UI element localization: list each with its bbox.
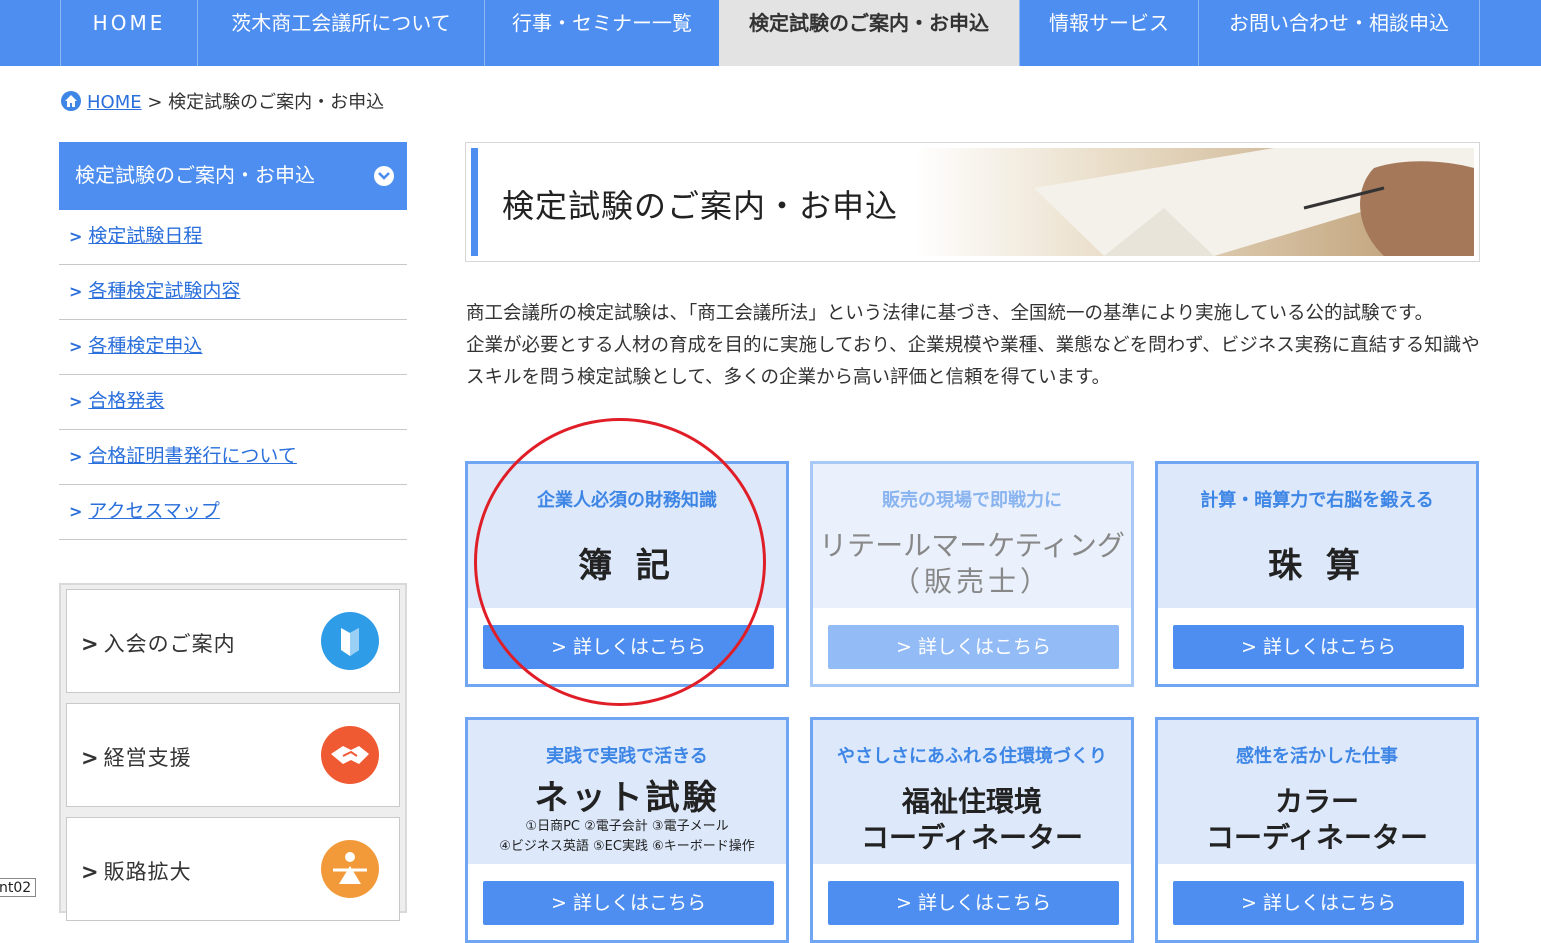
corner-tag: nt02 xyxy=(0,878,36,897)
chevron-right-icon: > xyxy=(69,227,83,246)
card-title-line1: カラー xyxy=(1274,785,1359,818)
sidebar-item-contents[interactable]: > 各種検定試験内容 xyxy=(59,265,407,320)
sidebar-item-certificate[interactable]: > 合格証明書発行について xyxy=(59,430,407,485)
details-button[interactable]: > 詳しくはこちら xyxy=(1173,881,1464,925)
chevron-right-icon: > xyxy=(896,892,912,914)
card-title: ネット試験 xyxy=(534,778,720,818)
button-label: 詳しくはこちら xyxy=(1262,636,1396,658)
chevron-right-icon: > xyxy=(69,282,83,301)
sidebar-heading-label: 検定試験のご案内・お申込 xyxy=(75,163,315,187)
button-label: 詳しくはこちら xyxy=(917,892,1051,914)
sidebar-item-label[interactable]: 検定試験日程 xyxy=(88,225,202,247)
card-title: 珠 算 xyxy=(1268,546,1366,586)
handshake-icon xyxy=(321,726,379,784)
details-button[interactable]: > 詳しくはこちら xyxy=(483,625,774,669)
sidebar-item-results[interactable]: > 合格発表 xyxy=(59,375,407,430)
exam-card-color-coordinator[interactable]: 感性を活かした仕事 カラー コーディネーター > 詳しくはこちら xyxy=(1155,717,1479,943)
nav-info-service[interactable]: 情報サービス xyxy=(1019,0,1198,66)
banner-label: 経営支援 xyxy=(103,746,192,770)
chevron-down-icon xyxy=(374,166,394,186)
banner-sales-expansion[interactable]: > 販路拡大 xyxy=(66,817,400,921)
details-button[interactable]: > 詳しくはこちら xyxy=(483,881,774,925)
chevron-right-icon: > xyxy=(551,892,567,914)
nav-events[interactable]: 行事・セミナー一覧 xyxy=(484,0,719,66)
card-detail-line1: ①日商PC ②電子会計 ③電子メール xyxy=(525,819,729,834)
chevron-right-icon: > xyxy=(81,746,100,770)
card-subtitle: 実践で実践で活きる xyxy=(546,746,708,767)
title-accent-bar xyxy=(471,148,478,256)
details-button[interactable]: > 詳しくはこちら xyxy=(1173,625,1464,669)
chevron-right-icon: > xyxy=(551,636,567,658)
card-subtitle: 計算・暗算力で右脳を鍛える xyxy=(1200,490,1434,511)
breadcrumb: HOME > 検定試験のご案内・お申込 xyxy=(61,90,384,116)
chevron-right-icon: > xyxy=(69,502,83,521)
card-title-line2: （販売士） xyxy=(891,565,1052,598)
card-title-line2: コーディネーター xyxy=(860,821,1084,854)
details-button[interactable]: > 詳しくはこちら xyxy=(828,625,1119,669)
top-navigation: HOME 茨木商工会議所について 行事・セミナー一覧 検定試験のご案内・お申込 … xyxy=(0,0,1541,66)
card-subtitle: やさしさにあふれる住環境づくり xyxy=(837,746,1107,767)
button-label: 詳しくはこちら xyxy=(1262,892,1396,914)
card-subtitle: 感性を活かした仕事 xyxy=(1236,746,1398,767)
chevron-right-icon: > xyxy=(69,447,83,466)
chevron-right-icon: > xyxy=(81,860,100,884)
sidebar-menu: > 検定試験日程 > 各種検定試験内容 > 各種検定申込 > 合格発表 > 合格証明書発行… xyxy=(59,210,407,540)
sidebar-heading[interactable]: 検定試験のご案内・お申込 xyxy=(59,142,407,210)
sidebar-item-label[interactable]: 合格証明書発行について xyxy=(88,445,296,467)
exam-card-net-exam[interactable]: 実践で実践で活きる ネット試験 ①日商PC ②電子会計 ③電子メール ④ビジネス… xyxy=(465,717,789,943)
intro-text: 商工会議所の検定試験は、「商工会議所法」という法律に基づき、全国統一の基準により… xyxy=(466,298,1482,394)
sidebar-item-label[interactable]: 合格発表 xyxy=(88,390,164,412)
nav-contact[interactable]: お問い合わせ・相談申込 xyxy=(1198,0,1479,66)
card-subtitle: 企業人必須の財務知識 xyxy=(537,490,717,511)
expansion-icon xyxy=(321,840,379,898)
card-title-line1: 福祉住環境 xyxy=(901,785,1042,818)
beginner-mark-icon xyxy=(321,612,379,670)
writing-hand-photo xyxy=(914,148,1474,256)
card-title-line2: コーディネーター xyxy=(1205,821,1429,854)
card-subtitle: 販売の現場で即戦力に xyxy=(882,490,1062,511)
details-button[interactable]: > 詳しくはこちら xyxy=(828,881,1119,925)
sidebar-item-label[interactable]: 各種検定申込 xyxy=(88,335,202,357)
chevron-right-icon: > xyxy=(1241,892,1257,914)
button-label: 詳しくはこちら xyxy=(572,892,706,914)
breadcrumb-separator: > xyxy=(147,92,163,113)
chevron-right-icon: > xyxy=(1241,636,1257,658)
chevron-right-icon: > xyxy=(69,337,83,356)
exam-card-bookkeeping[interactable]: 企業人必須の財務知識 簿 記 > 詳しくはこちら xyxy=(465,461,789,687)
button-label: 詳しくはこちら xyxy=(917,636,1051,658)
page-title-banner: 検定試験のご案内・お申込 xyxy=(465,142,1480,262)
nav-about[interactable]: 茨木商工会議所について xyxy=(197,0,484,66)
exam-card-welfare-housing[interactable]: やさしさにあふれる住環境づくり 福祉住環境 コーディネーター > 詳しくはこちら xyxy=(810,717,1134,943)
nav-home[interactable]: HOME xyxy=(60,0,197,66)
sidebar-item-application[interactable]: > 各種検定申込 xyxy=(59,320,407,375)
sidebar-item-label[interactable]: 各種検定試験内容 xyxy=(88,280,240,302)
exam-card-abacus[interactable]: 計算・暗算力で右脳を鍛える 珠 算 > 詳しくはこちら xyxy=(1155,461,1479,687)
sidebar-item-access-map[interactable]: > アクセスマップ xyxy=(59,485,407,540)
nav-divider xyxy=(1479,0,1480,66)
banner-management-support[interactable]: > 経営支援 xyxy=(66,703,400,807)
intro-paragraph-2: 企業が必要とする人材の育成を目的に実施しており、企業規模や業種、業態などを問わず… xyxy=(466,335,1480,388)
button-label: 詳しくはこちら xyxy=(572,636,706,658)
exam-card-retail-marketing[interactable]: 販売の現場で即戦力に リテールマーケティング （販売士） > 詳しくはこちら xyxy=(810,461,1134,687)
banner-membership[interactable]: > 入会のご案内 xyxy=(66,589,400,693)
banner-label: 入会のご案内 xyxy=(103,632,236,656)
sidebar-item-schedule[interactable]: > 検定試験日程 xyxy=(59,210,407,265)
card-title-line1: リテールマーケティング xyxy=(819,529,1125,562)
chevron-right-icon: > xyxy=(81,632,100,656)
page-title: 検定試験のご案内・お申込 xyxy=(502,187,899,225)
card-detail-line2: ④ビジネス英語 ⑤EC実践 ⑥キーボード操作 xyxy=(499,839,755,854)
nav-exams[interactable]: 検定試験のご案内・お申込 xyxy=(719,0,1019,66)
card-title: 簿 記 xyxy=(578,546,676,586)
chevron-right-icon: > xyxy=(896,636,912,658)
banner-label: 販路拡大 xyxy=(103,860,192,884)
home-icon[interactable] xyxy=(61,91,81,111)
intro-paragraph-1: 商工会議所の検定試験は、「商工会議所法」という法律に基づき、全国統一の基準により… xyxy=(466,303,1434,324)
sidebar-banners: > 入会のご案内 > 経営支援 > 販路拡大 xyxy=(59,583,407,921)
chevron-right-icon: > xyxy=(69,392,83,411)
breadcrumb-home-link[interactable]: HOME xyxy=(87,92,142,113)
sidebar-item-label[interactable]: アクセスマップ xyxy=(88,500,219,522)
breadcrumb-current: 検定試験のご案内・お申込 xyxy=(168,92,385,113)
